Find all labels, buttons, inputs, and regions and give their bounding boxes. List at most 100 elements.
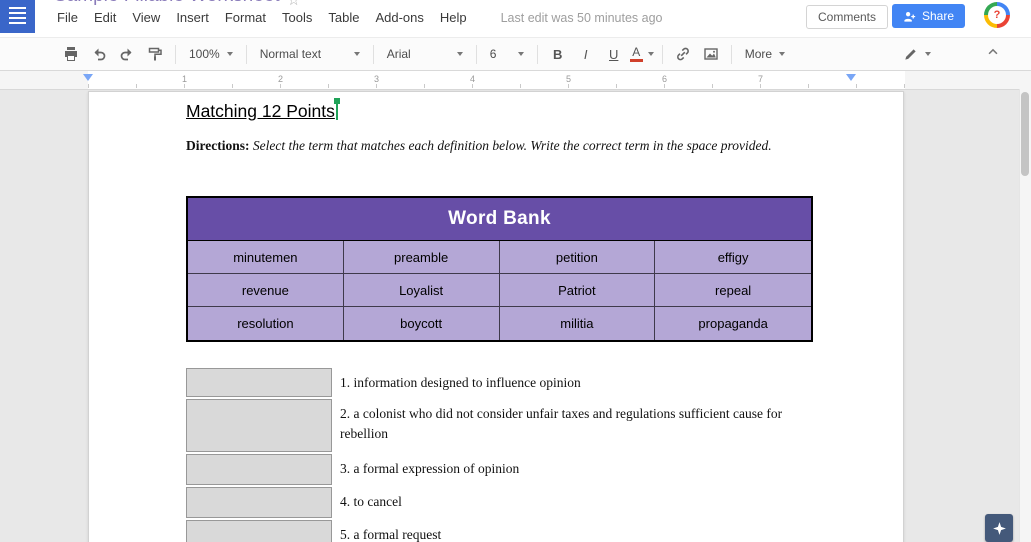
answer-blank-4[interactable] <box>186 487 332 518</box>
menu-view[interactable]: View <box>132 10 160 25</box>
word-bank-header: Word Bank <box>188 198 811 241</box>
style-value: Normal text <box>259 47 322 61</box>
comments-button[interactable]: Comments <box>806 5 889 29</box>
menu-tools[interactable]: Tools <box>282 10 312 25</box>
menu-file[interactable]: File <box>57 10 78 25</box>
answer-blank-1[interactable] <box>186 368 332 397</box>
app-header: Sample Fillable Worksheet ☆ File Edit Vi… <box>0 0 1031 37</box>
undo-icon <box>91 46 107 62</box>
dropdown-caret-icon <box>925 52 931 56</box>
italic-icon: I <box>583 46 588 62</box>
toolbar-divider <box>730 44 732 64</box>
chevron-up-icon <box>986 45 1000 59</box>
question-text: 4. to cancel <box>340 494 402 509</box>
menu-insert[interactable]: Insert <box>176 10 209 25</box>
word-bank-cell: Loyalist <box>343 274 500 307</box>
explore-star-icon <box>992 521 1007 536</box>
word-bank-cell: effigy <box>655 241 811 274</box>
word-bank-cell: repeal <box>655 274 811 307</box>
question-text: 2. a colonist who did not consider unfai… <box>340 406 783 441</box>
word-bank-cell: boycott <box>343 307 500 340</box>
share-button[interactable]: Share <box>892 4 966 28</box>
question-text: 3. a formal expression of opinion <box>340 461 520 476</box>
share-label: Share <box>922 9 955 23</box>
help-button[interactable]: ? <box>984 2 1010 28</box>
paint-roller-icon <box>147 46 163 62</box>
more-button[interactable]: More <box>739 42 791 66</box>
star-icon[interactable]: ☆ <box>287 0 300 9</box>
explore-button[interactable] <box>985 514 1013 542</box>
zoom-select[interactable]: 100% <box>183 42 239 66</box>
last-edit-status[interactable]: Last edit was 50 minutes ago <box>501 11 663 25</box>
document-canvas: Matching 12 Points Directions: Select th… <box>0 90 1019 542</box>
menu-addons[interactable]: Add-ons <box>375 10 423 25</box>
insert-link-button[interactable] <box>670 42 696 66</box>
paragraph-style-select[interactable]: Normal text <box>254 42 366 66</box>
menu-bar: File Edit View Insert Format Tools Table… <box>57 10 663 25</box>
pencil-icon <box>903 47 918 62</box>
dropdown-caret-icon <box>647 52 654 56</box>
logo-bar <box>9 22 26 24</box>
google-docs-window: Sample Fillable Worksheet ☆ File Edit Vi… <box>0 0 1031 542</box>
toolbar-divider <box>175 44 176 64</box>
toolbar-divider <box>475 44 477 64</box>
underline-button[interactable]: U <box>601 42 627 66</box>
answer-blank-3[interactable] <box>186 454 332 485</box>
question-text: 1. information designed to influence opi… <box>340 375 581 390</box>
menu-format[interactable]: Format <box>225 10 266 25</box>
font-size-value: 6 <box>489 47 497 61</box>
ruler-number: 6 <box>662 74 668 84</box>
text-color-icon: A <box>629 46 643 62</box>
logo-bar <box>9 12 26 14</box>
bold-button[interactable]: B <box>545 42 571 66</box>
underline-icon: U <box>609 46 619 62</box>
zoom-value: 100% <box>189 47 220 61</box>
directions-text: Select the term that matches each defini… <box>249 138 772 153</box>
right-indent-marker[interactable] <box>846 74 856 81</box>
directions-label: Directions: <box>186 138 250 153</box>
edit-mode-button[interactable] <box>903 42 931 66</box>
print-button[interactable] <box>58 42 84 66</box>
image-icon <box>703 46 719 62</box>
question-row: 4. to cancel <box>186 487 816 518</box>
menu-help[interactable]: Help <box>440 10 467 25</box>
dropdown-caret-icon <box>779 52 786 56</box>
toolbar-divider <box>372 44 374 64</box>
toolbar-divider <box>245 44 247 64</box>
menu-edit[interactable]: Edit <box>94 10 116 25</box>
toolbar-divider <box>536 44 538 64</box>
worksheet-heading: Matching 12 Points <box>186 98 340 122</box>
answer-blank-2[interactable] <box>186 399 332 452</box>
docs-logo-icon[interactable] <box>0 0 35 33</box>
dropdown-caret-icon <box>456 52 463 56</box>
scrollbar-thumb[interactable] <box>1021 92 1029 176</box>
left-indent-marker[interactable] <box>83 74 93 81</box>
question-text: 5. a formal request <box>340 527 442 542</box>
question-row: 2. a colonist who did not consider unfai… <box>186 399 816 452</box>
undo-button[interactable] <box>86 42 112 66</box>
link-icon <box>675 46 691 62</box>
insert-image-button[interactable] <box>698 42 724 66</box>
document-title[interactable]: Sample Fillable Worksheet <box>54 0 280 7</box>
collaborator-cursor <box>333 98 340 120</box>
font-select[interactable]: Arial <box>381 42 469 66</box>
menu-table[interactable]: Table <box>328 10 359 25</box>
bold-icon: B <box>553 46 563 62</box>
italic-button[interactable]: I <box>573 42 599 66</box>
word-bank-cell: revenue <box>188 274 344 307</box>
paint-format-button[interactable] <box>142 42 168 66</box>
text-color-button[interactable]: A <box>629 42 655 66</box>
logo-bar <box>9 17 26 19</box>
question-mark-icon: ? <box>988 6 1006 24</box>
collapse-toolbar-button[interactable] <box>986 45 1000 59</box>
vertical-scrollbar[interactable] <box>1019 89 1031 542</box>
dropdown-caret-icon <box>353 52 360 56</box>
word-bank-grid: minutemen preamble petition effigy reven… <box>188 241 811 340</box>
document-page[interactable]: Matching 12 Points Directions: Select th… <box>88 91 904 542</box>
questions-list: 1. information designed to influence opi… <box>186 368 816 542</box>
question-row: 3. a formal expression of opinion <box>186 454 816 485</box>
answer-blank-5[interactable] <box>186 520 332 542</box>
redo-button[interactable] <box>114 42 140 66</box>
font-size-select[interactable]: 6 <box>484 42 530 66</box>
ruler[interactable]: 1 2 3 4 5 6 7 <box>0 71 1031 90</box>
